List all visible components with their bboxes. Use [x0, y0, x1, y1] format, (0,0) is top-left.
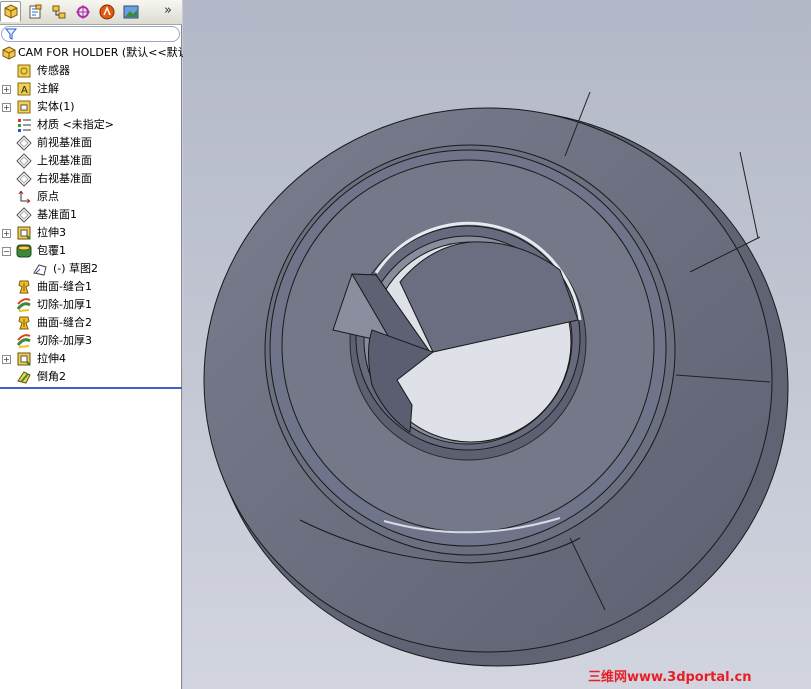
- tab-feature-tree[interactable]: [0, 1, 21, 22]
- annotations-icon: A: [17, 82, 31, 96]
- tree-item-label: 注解: [37, 82, 59, 95]
- tree-item-label: 实体(1): [37, 100, 75, 113]
- watermark-url: www.3dportal.cn: [627, 670, 752, 685]
- tree-item-label: 倒角2: [37, 370, 66, 383]
- tree-item-label: 基准面1: [37, 208, 77, 221]
- tree-item-label: 切除-加厚3: [37, 334, 92, 347]
- plane-icon: [16, 153, 32, 169]
- wrap-icon: [16, 244, 32, 258]
- plane-icon: [16, 207, 32, 223]
- dimxpert-icon: [76, 5, 90, 19]
- feature-tree-icon: [4, 4, 18, 19]
- tree-item-label: 切除-加厚1: [37, 298, 92, 311]
- extrude-icon: [17, 226, 31, 240]
- tab-configuration-manager[interactable]: [48, 1, 69, 22]
- origin-icon: [18, 190, 31, 204]
- tree-item-label: 传感器: [37, 64, 70, 77]
- expand-toggle[interactable]: +: [2, 85, 11, 94]
- collapse-toggle[interactable]: −: [2, 247, 11, 256]
- tree-item-label: 曲面-缝合2: [37, 316, 92, 329]
- chamfer-icon: [17, 371, 31, 384]
- tab-dimxpert[interactable]: [72, 1, 93, 22]
- part-icon: [2, 46, 16, 60]
- tree-item-label: 原点: [37, 190, 59, 203]
- rollback-bar[interactable]: [0, 387, 182, 389]
- tree-item-label: 前视基准面: [37, 136, 92, 149]
- graphics-viewport[interactable]: [183, 0, 811, 689]
- tree-item-label: 拉伸4: [37, 352, 66, 365]
- tree-item-label: (-) 草图2: [53, 262, 99, 275]
- configuration-manager-icon: [52, 5, 66, 19]
- knit-surface-icon: [18, 316, 30, 330]
- tab-property-manager[interactable]: [24, 1, 45, 22]
- tab-appearance[interactable]: [96, 1, 117, 22]
- expand-toggle[interactable]: +: [2, 355, 11, 364]
- sketch-icon: [33, 264, 47, 276]
- feature-filter-input[interactable]: [1, 26, 180, 42]
- material-icon: [18, 119, 31, 132]
- watermark: 三维网www.3dportal.cn: [588, 666, 752, 685]
- tree-item-label: 曲面-缝合1: [37, 280, 92, 293]
- thicken-cut-icon: [16, 334, 31, 348]
- plane-icon: [16, 171, 32, 187]
- tree-item-label: 上视基准面: [37, 154, 92, 167]
- expand-toggle[interactable]: +: [2, 229, 11, 238]
- tree-item-label: 拉伸3: [37, 226, 66, 239]
- watermark-site-cn: 三维网: [588, 670, 628, 685]
- tree-item-label: 包覆1: [37, 244, 66, 257]
- tree-item-label: 材质 <未指定>: [37, 118, 114, 131]
- feature-manager-tabs: »: [0, 0, 182, 25]
- tab-display-manager[interactable]: [120, 1, 141, 22]
- filter-icon: [5, 28, 17, 40]
- expand-toggle[interactable]: +: [2, 103, 11, 112]
- solid-bodies-icon: [17, 100, 31, 114]
- property-manager-icon: [29, 4, 42, 19]
- more-tabs-button[interactable]: »: [164, 3, 172, 18]
- svg-text:A: A: [21, 85, 28, 96]
- extrude-icon: [17, 352, 31, 366]
- plane-icon: [16, 135, 32, 151]
- display-manager-icon: [123, 5, 139, 19]
- feature-manager-panel: » CAM FOR HOLDER (默认<<默认 传感器 + A 注解 + 实体(1) 材质…: [0, 0, 189, 689]
- sensors-icon: [17, 64, 31, 78]
- appearance-icon: [99, 4, 115, 20]
- tree-root-label: CAM FOR HOLDER (默认<<默认: [18, 46, 189, 59]
- thicken-cut-icon: [16, 298, 31, 312]
- knit-surface-icon: [18, 280, 30, 294]
- tree-item-label: 右视基准面: [37, 172, 92, 185]
